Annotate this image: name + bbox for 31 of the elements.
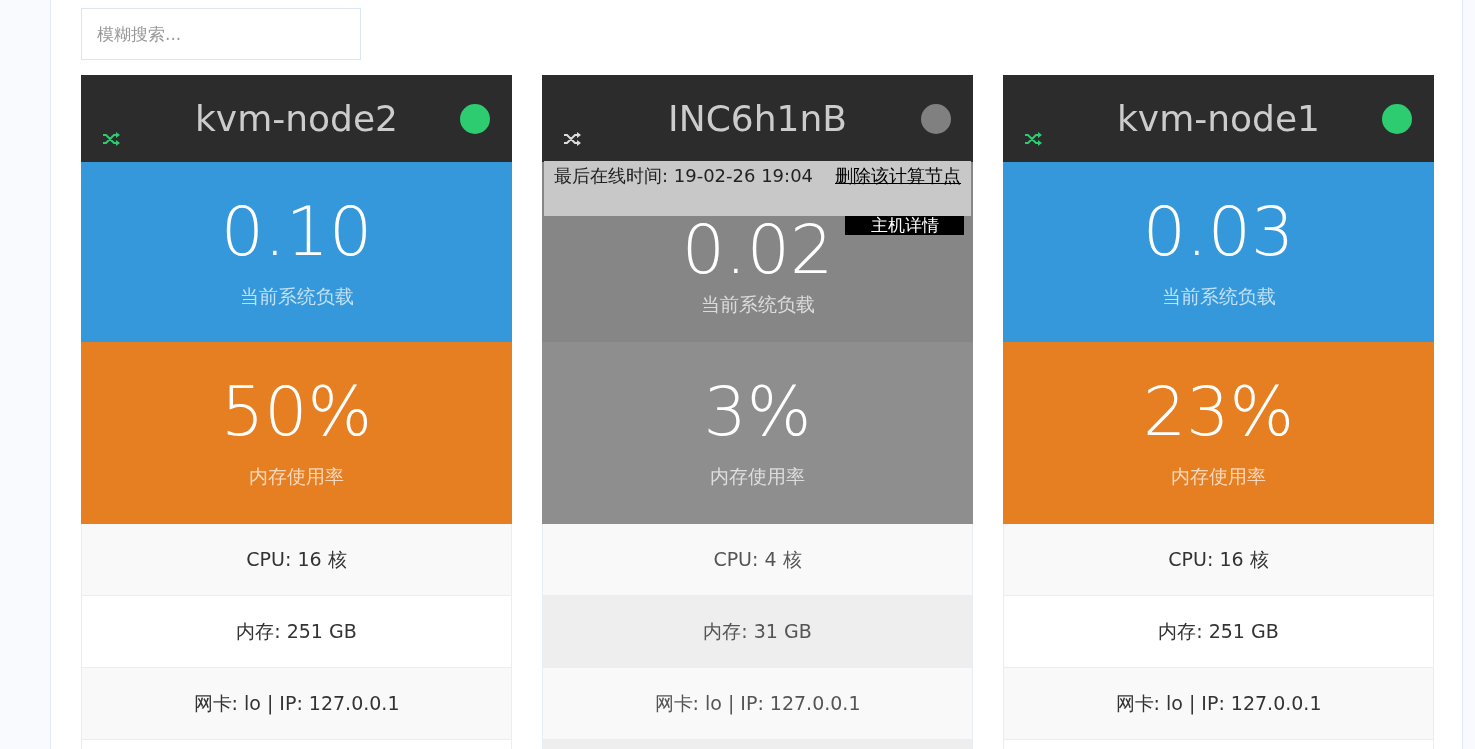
details-button[interactable]: 主机详情 bbox=[845, 216, 964, 235]
load-label: 当前系统负载 bbox=[700, 292, 815, 317]
memory-label: 内存使用率 bbox=[1171, 464, 1266, 489]
info-row: 网卡: lo | IP: 127.0.0.1 bbox=[542, 668, 973, 740]
info-row: CPU: 16 核 bbox=[1003, 524, 1434, 596]
info-row: 网卡: lo | IP: 127.0.0.1 bbox=[1003, 668, 1434, 740]
search-field[interactable]: 模糊搜索... bbox=[81, 8, 361, 60]
info-row: 内存: 251 GB bbox=[81, 596, 512, 668]
memory-label: 内存使用率 bbox=[249, 464, 344, 489]
info-row: 内存: 31 GB bbox=[542, 596, 973, 668]
info-row: CPU: 4 核 bbox=[542, 524, 973, 596]
shuffle-icon[interactable] bbox=[1024, 132, 1042, 146]
memory-value: 3% bbox=[703, 372, 812, 452]
memory-value: 50% bbox=[220, 372, 373, 452]
node-name: kvm-node2 bbox=[195, 98, 398, 139]
info-row: 内存: 251 GB bbox=[1003, 596, 1434, 668]
load-value: 0.02 bbox=[681, 218, 834, 282]
info-row: CPU: 16 核 bbox=[81, 524, 512, 596]
load-label: 当前系统负载 bbox=[239, 284, 354, 309]
shuffle-icon[interactable] bbox=[102, 132, 120, 146]
last-online-text: 最后在线时间: 19-02-26 19:04 bbox=[553, 165, 814, 186]
info-row: 网卡: lo | IP: 127.0.0.1 bbox=[81, 668, 512, 740]
delete-node-link[interactable]: 删除该计算节点 bbox=[835, 165, 962, 186]
memory-value: 23% bbox=[1142, 372, 1295, 452]
node-name: kvm-node1 bbox=[1117, 98, 1320, 139]
load-value: 0.03 bbox=[1142, 192, 1295, 272]
shuffle-icon[interactable] bbox=[563, 132, 581, 146]
memory-label: 内存使用率 bbox=[710, 464, 805, 489]
load-label: 当前系统负载 bbox=[1161, 284, 1276, 309]
load-value: 0.10 bbox=[220, 192, 373, 272]
node-name: INC6h1nB bbox=[668, 98, 847, 139]
